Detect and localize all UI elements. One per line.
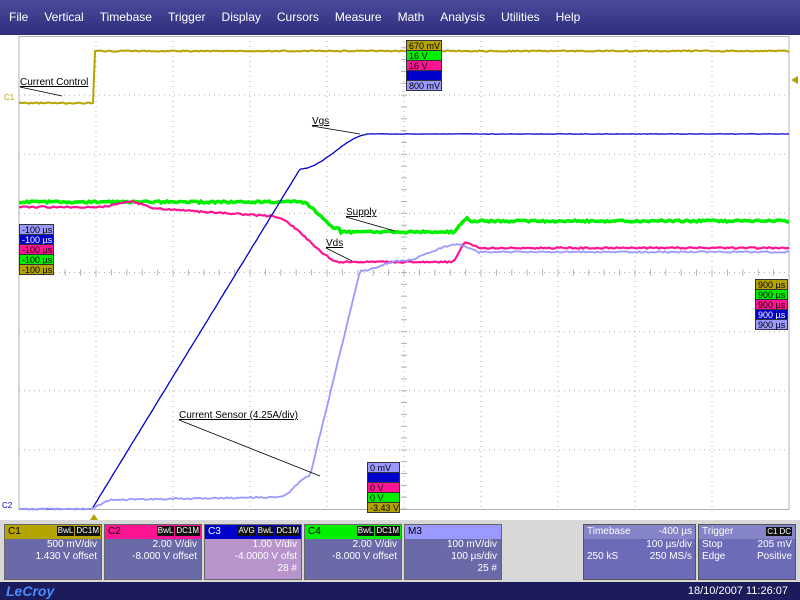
menu-help[interactable]: Help bbox=[548, 0, 589, 35]
channel-badge: DC1M bbox=[175, 526, 200, 536]
channel-badge: BwL bbox=[156, 526, 175, 536]
menu-math[interactable]: Math bbox=[390, 0, 433, 35]
tag-left-4[interactable]: -100 µs bbox=[19, 264, 54, 275]
menu-timebase[interactable]: Timebase bbox=[92, 0, 160, 35]
trigger-label: Trigger bbox=[702, 526, 734, 537]
channel-name: C1 bbox=[8, 526, 21, 537]
timebase-box[interactable]: Timebase -400 µs 100 µs/div 250 kS 250 MS/… bbox=[583, 524, 696, 580]
annotation-leader bbox=[345, 216, 396, 232]
channel-badge: AVG bbox=[237, 526, 256, 536]
trigger-level-marker bbox=[791, 76, 798, 84]
channel-badge: DC1M bbox=[375, 526, 400, 536]
c1-offset-marker[interactable]: C1 bbox=[4, 93, 14, 102]
channel-box-c4[interactable]: C4 BwL DC1M 2.00 V/div -8.000 V offset bbox=[304, 524, 402, 580]
channel-box-c3[interactable]: C3 AVG BwL DC1M 1.00 V/div -4.0000 V ofst 28 # bbox=[204, 524, 302, 580]
trigger-box[interactable]: Trigger C1 DC Stop 205 mV Edge Positive bbox=[698, 524, 796, 580]
menu-file[interactable]: File bbox=[0, 0, 36, 35]
trigger-level: 205 mV bbox=[757, 539, 792, 550]
menu-vertical[interactable]: Vertical bbox=[36, 0, 91, 35]
lecroy-logo: LeCroy bbox=[6, 583, 55, 599]
footer-bar: LeCroy 18/10/2007 11:26:07 bbox=[0, 582, 800, 600]
tag-top-4[interactable]: 800 mV bbox=[406, 80, 442, 91]
trigger-channel: C1 bbox=[766, 527, 779, 536]
channel-offset: -8.000 V offset bbox=[332, 551, 397, 562]
channel-scale: 2.00 V/div bbox=[152, 539, 197, 550]
channel-box-m3[interactable]: M3 100 mV/div 100 µs/div 25 # bbox=[404, 524, 502, 580]
channel-scale: 500 mV/div bbox=[46, 539, 97, 550]
label-vgs: Vgs bbox=[312, 116, 330, 127]
timebase-samples: 250 kS bbox=[587, 551, 619, 562]
bottom-offset-marker[interactable]: C2 bbox=[2, 501, 12, 510]
label-current-sensor: Current Sensor (4.25A/div) bbox=[179, 410, 298, 421]
trigger-coupling: DC bbox=[778, 527, 792, 536]
channel-box-c1[interactable]: C1 BwL DC1M 500 mV/div 1.430 V offset bbox=[4, 524, 102, 580]
annotation-leader bbox=[311, 125, 361, 135]
channel-scale: 2.00 V/div bbox=[352, 539, 397, 550]
channel-badge: BwL bbox=[256, 526, 275, 536]
waveform-display[interactable]: Current Control Vgs Supply Vds Current S… bbox=[0, 36, 800, 520]
channel-extra: 28 # bbox=[277, 563, 297, 574]
timebase-rate: 250 MS/s bbox=[649, 551, 692, 562]
menu-cursors[interactable]: Cursors bbox=[269, 0, 327, 35]
channel-offset: -4.0000 V ofst bbox=[234, 551, 297, 562]
menu-bar: File Vertical Timebase Trigger Display Cursor… bbox=[0, 0, 800, 35]
tag-bottom-4[interactable]: -3.43 V bbox=[367, 502, 400, 513]
channel-name: C4 bbox=[308, 526, 321, 537]
channel-scale: 100 mV/div bbox=[446, 539, 497, 550]
channel-offset: 100 µs/div bbox=[451, 551, 497, 562]
channel-name: M3 bbox=[408, 526, 422, 537]
channel-name: C2 bbox=[108, 526, 121, 537]
timebase-delay: -400 µs bbox=[658, 526, 692, 537]
tag-right-4[interactable]: 900 µs bbox=[755, 319, 788, 330]
channel-badge: BwL bbox=[356, 526, 375, 536]
trigger-type: Edge bbox=[702, 551, 726, 562]
channel-scale: 1.00 V/div bbox=[252, 539, 297, 550]
menu-utilities[interactable]: Utilities bbox=[493, 0, 548, 35]
channel-offset: -8.000 V offset bbox=[132, 551, 197, 562]
channel-badge: DC1M bbox=[75, 526, 100, 536]
timestamp: 18/10/2007 11:26:07 bbox=[687, 585, 788, 597]
annotation-leader bbox=[178, 419, 321, 477]
channel-name: C3 bbox=[208, 526, 221, 537]
menu-trigger[interactable]: Trigger bbox=[160, 0, 214, 35]
trigger-mode: Stop bbox=[702, 539, 723, 550]
label-current-control: Current Control bbox=[20, 77, 89, 88]
menu-display[interactable]: Display bbox=[214, 0, 269, 35]
menu-measure[interactable]: Measure bbox=[327, 0, 390, 35]
menu-analysis[interactable]: Analysis bbox=[432, 0, 493, 35]
label-vds: Vds bbox=[326, 238, 344, 249]
channel-box-c2[interactable]: C2 BwL DC1M 2.00 V/div -8.000 V offset bbox=[104, 524, 202, 580]
annotation-leader bbox=[19, 86, 63, 97]
label-supply: Supply bbox=[346, 207, 377, 218]
waveform-grid bbox=[18, 36, 798, 520]
trigger-slope: Positive bbox=[756, 551, 792, 562]
channel-extra: 25 # bbox=[477, 563, 497, 574]
info-panel: C1 BwL DC1M 500 mV/div 1.430 V offset C2 BwL DC… bbox=[0, 520, 800, 582]
channel-badge: DC1M bbox=[275, 526, 300, 536]
channel-offset: 1.430 V offset bbox=[35, 551, 97, 562]
timebase-per-div: 100 µs/div bbox=[646, 539, 692, 550]
timebase-label: Timebase bbox=[587, 526, 631, 537]
channel-badge: BwL bbox=[56, 526, 75, 536]
